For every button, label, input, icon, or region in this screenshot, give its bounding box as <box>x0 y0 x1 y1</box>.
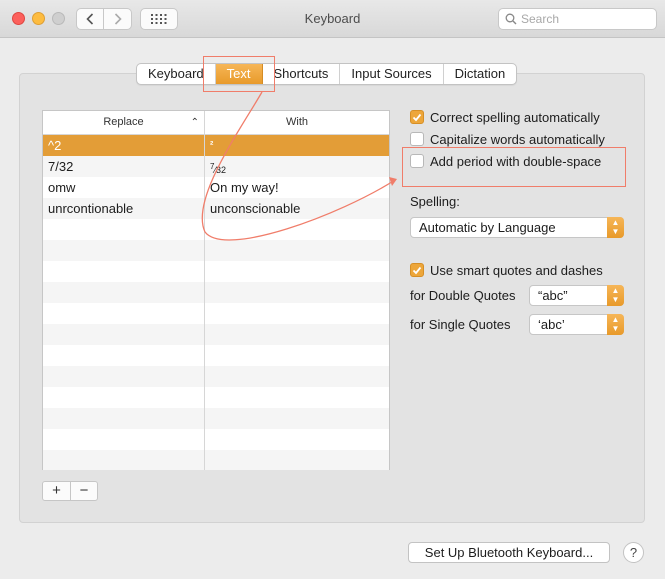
correct-spelling-option[interactable]: Correct spelling automatically <box>410 108 600 126</box>
smart-quotes-checkbox[interactable] <box>410 263 424 277</box>
empty-row <box>43 345 389 366</box>
table-row[interactable]: ^2 ² <box>43 135 389 156</box>
single-quotes-value: ‘abc’ <box>538 317 565 332</box>
column-header-with[interactable]: With <box>205 111 389 134</box>
cell-replace: omw <box>43 177 205 198</box>
spelling-popup[interactable]: Automatic by Language ▲ ▼ <box>410 217 624 238</box>
table-body: ^2 ² 7/32 7⁄32 omw On my way! unrcontion… <box>43 135 389 470</box>
empty-row <box>43 303 389 324</box>
checkmark-icon <box>412 266 422 274</box>
search-input[interactable] <box>521 12 651 26</box>
spelling-label: Spelling: <box>410 194 460 209</box>
column-header-replace[interactable]: Replace ⌃ <box>43 111 205 134</box>
table-row[interactable]: 7/32 7⁄32 <box>43 156 389 177</box>
smart-quotes-label: Use smart quotes and dashes <box>430 262 603 278</box>
up-down-arrows-icon: ▲ ▼ <box>607 285 624 306</box>
text-replacements-table[interactable]: Replace ⌃ With ^2 ² 7/32 7⁄32 omw On my … <box>42 110 390 470</box>
tab-input-sources[interactable]: Input Sources <box>340 64 444 84</box>
fraction-numerator: 7 <box>210 162 215 171</box>
up-down-arrows-icon: ▲ ▼ <box>607 314 624 335</box>
correct-spelling-label: Correct spelling automatically <box>430 109 600 125</box>
single-quotes-popup[interactable]: ‘abc’ ▲ ▼ <box>529 314 624 335</box>
checkmark-icon <box>412 113 422 121</box>
up-down-arrows-icon: ▲ ▼ <box>607 217 624 238</box>
double-quotes-label: for Double Quotes <box>410 288 516 303</box>
double-quotes-popup[interactable]: “abc” ▲ ▼ <box>529 285 624 306</box>
tab-bar: Keyboard Text Shortcuts Input Sources Di… <box>136 63 518 85</box>
add-replacement-button[interactable]: + <box>43 482 70 500</box>
cell-with: unconscionable <box>210 201 301 216</box>
smart-quotes-option[interactable]: Use smart quotes and dashes <box>410 261 603 279</box>
fraction-denominator: 32 <box>215 165 226 175</box>
empty-row <box>43 450 389 470</box>
annotation-box-add-period <box>402 147 626 187</box>
annotation-box-text-tab <box>203 56 275 92</box>
capitalize-words-option[interactable]: Capitalize words automatically <box>410 130 605 148</box>
search-icon <box>505 13 517 25</box>
empty-row <box>43 261 389 282</box>
add-remove-control: + − <box>42 481 98 501</box>
empty-row <box>43 324 389 345</box>
table-header: Replace ⌃ With <box>43 111 389 135</box>
cell-replace: ^2 <box>43 135 205 156</box>
fraction-value: 7⁄32 <box>210 162 226 175</box>
sort-ascending-icon: ⌃ <box>190 117 199 128</box>
double-quotes-value: “abc” <box>538 288 568 303</box>
cell-with: 7⁄32 <box>205 156 389 177</box>
empty-row <box>43 240 389 261</box>
single-quotes-label: for Single Quotes <box>410 317 511 332</box>
capitalize-words-label: Capitalize words automatically <box>430 131 605 147</box>
table-row[interactable]: omw On my way! <box>43 177 389 198</box>
table-row[interactable]: unrcontionable unconscionable <box>43 198 389 219</box>
cell-replace: 7/32 <box>43 156 205 177</box>
cell-with: ² <box>210 140 214 151</box>
search-field[interactable] <box>498 8 657 30</box>
cell-replace: unrcontionable <box>43 198 205 219</box>
empty-row <box>43 387 389 408</box>
correct-spelling-checkbox[interactable] <box>410 110 424 124</box>
remove-replacement-button[interactable]: − <box>69 482 97 500</box>
column-header-replace-label: Replace <box>103 116 144 128</box>
empty-row <box>43 282 389 303</box>
spelling-popup-value: Automatic by Language <box>419 220 556 235</box>
setup-bluetooth-keyboard-button[interactable]: Set Up Bluetooth Keyboard... <box>408 542 610 563</box>
empty-row <box>43 366 389 387</box>
empty-row <box>43 429 389 450</box>
title-bar: Keyboard <box>0 0 665 38</box>
empty-row <box>43 408 389 429</box>
help-button[interactable]: ? <box>623 542 644 563</box>
empty-row <box>43 219 389 240</box>
cell-with: On my way! <box>210 180 279 195</box>
tab-dictation[interactable]: Dictation <box>444 64 517 84</box>
capitalize-words-checkbox[interactable] <box>410 132 424 146</box>
